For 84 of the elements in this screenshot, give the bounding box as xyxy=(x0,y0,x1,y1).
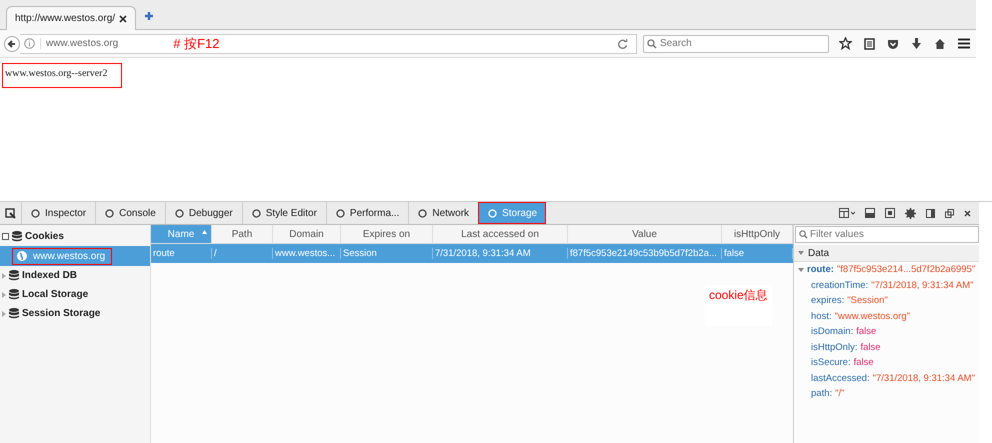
property-key: route: xyxy=(807,264,834,276)
property-value: "Session" xyxy=(847,295,888,306)
property-value: false xyxy=(860,342,881,353)
globe-icon xyxy=(17,251,27,261)
table-cell: 7/31/2018, 9:31:34 AM xyxy=(433,248,568,259)
tool-icon xyxy=(31,208,40,218)
property-value: "7/31/2018, 9:31:34 AM" xyxy=(872,372,975,384)
database-icon xyxy=(9,270,19,281)
property-key: isDomain: xyxy=(811,326,854,338)
tool-icon xyxy=(418,208,428,218)
devtools-tab[interactable]: Debugger xyxy=(164,202,242,224)
home-icon[interactable] xyxy=(934,38,946,50)
screenshot-icon[interactable] xyxy=(885,208,895,218)
property-key: isSecure: xyxy=(811,357,851,368)
property-key: expires: xyxy=(811,295,844,306)
address-field[interactable]: www.westos.org # 按F12 xyxy=(20,34,637,54)
tool-icon xyxy=(488,208,498,218)
tree-label: Local Storage xyxy=(22,289,88,300)
page-text: www.westos.org--server2 xyxy=(2,63,122,88)
settings-icon[interactable] xyxy=(905,208,916,218)
clipboard-icon[interactable] xyxy=(864,37,875,50)
url-text: www.westos.org xyxy=(40,38,118,49)
search-field[interactable]: Search xyxy=(643,34,829,52)
annotation-text: # 按F12 xyxy=(173,34,220,52)
expanded-toggle-icon[interactable] xyxy=(2,233,9,240)
back-icon[interactable] xyxy=(4,36,20,52)
devtools-tab[interactable]: Performa... xyxy=(326,202,408,224)
tree-item[interactable]: Cookies xyxy=(0,227,150,246)
property-key: creationTime: xyxy=(811,280,868,291)
tree-label: www.westos.org xyxy=(33,250,106,262)
property-key: isHttpOnly: xyxy=(811,342,858,353)
property-key: path: xyxy=(811,388,832,400)
tree-item[interactable]: Session Storage xyxy=(0,304,150,323)
property-value: "/" xyxy=(835,388,845,400)
window-icon[interactable] xyxy=(945,208,954,218)
tool-icon xyxy=(174,208,184,218)
reload-icon[interactable] xyxy=(618,38,628,48)
dock-side-icon[interactable] xyxy=(926,208,935,218)
tree-label: Indexed DB xyxy=(22,270,78,281)
property-key: host: xyxy=(811,310,832,322)
tree-label: Session Storage xyxy=(22,308,100,319)
tab-title: http://www.westos.org/ xyxy=(15,13,116,24)
database-icon xyxy=(9,308,19,319)
sort-icon xyxy=(202,230,207,234)
browser-tab[interactable]: http://www.westos.org/ xyxy=(6,6,136,30)
property-value: "www.westos.org" xyxy=(834,310,910,322)
section-label: Data xyxy=(808,248,830,258)
tool-icon xyxy=(336,208,345,218)
property-value: "f87f5c953e214...5d7f2b2a6995" xyxy=(836,264,976,276)
tree-item[interactable]: Indexed DB xyxy=(0,266,150,285)
section-header[interactable]: Data xyxy=(794,245,979,262)
property-key: lastAccessed: xyxy=(811,372,870,384)
database-icon xyxy=(9,289,19,300)
frame-icon[interactable] xyxy=(839,208,855,218)
filter-field[interactable]: Filter values xyxy=(795,226,979,243)
table-cell: www.westos... xyxy=(273,248,341,259)
property-value: "7/31/2018, 9:31:34 AM" xyxy=(871,280,974,291)
table-cell: Session xyxy=(341,248,433,259)
star-icon[interactable] xyxy=(839,37,852,50)
new-tab-icon[interactable] xyxy=(144,11,154,21)
table-cell: f87f5c953e2149c53b9b5d7f2b2a... xyxy=(568,248,722,259)
database-icon xyxy=(12,231,22,242)
expanded-arrow-icon xyxy=(798,250,804,256)
close-icon[interactable] xyxy=(119,14,127,22)
table-cell: route xyxy=(151,248,212,259)
expanded-arrow-icon[interactable] xyxy=(798,266,804,273)
tree-item[interactable]: Local Storage xyxy=(0,285,150,304)
menu-icon[interactable] xyxy=(958,38,970,49)
devtools-tab[interactable]: Network xyxy=(408,202,478,224)
dock-bottom-icon[interactable] xyxy=(865,208,875,218)
devtools-tab[interactable]: Inspector xyxy=(21,202,96,224)
table-cell: / xyxy=(212,248,273,259)
tree-label: Cookies xyxy=(25,231,64,242)
table-cell: false xyxy=(722,248,793,259)
devtools-tab[interactable]: Style Editor xyxy=(242,202,326,224)
devtools-tab[interactable]: Console xyxy=(95,202,165,224)
property-value: false xyxy=(856,326,876,338)
info-icon xyxy=(24,38,35,49)
download-icon[interactable] xyxy=(911,37,922,50)
close-icon[interactable] xyxy=(964,210,971,216)
tool-icon xyxy=(252,208,261,218)
property-value: false xyxy=(854,357,874,368)
picker-icon[interactable] xyxy=(5,208,16,218)
tool-icon xyxy=(105,208,114,218)
